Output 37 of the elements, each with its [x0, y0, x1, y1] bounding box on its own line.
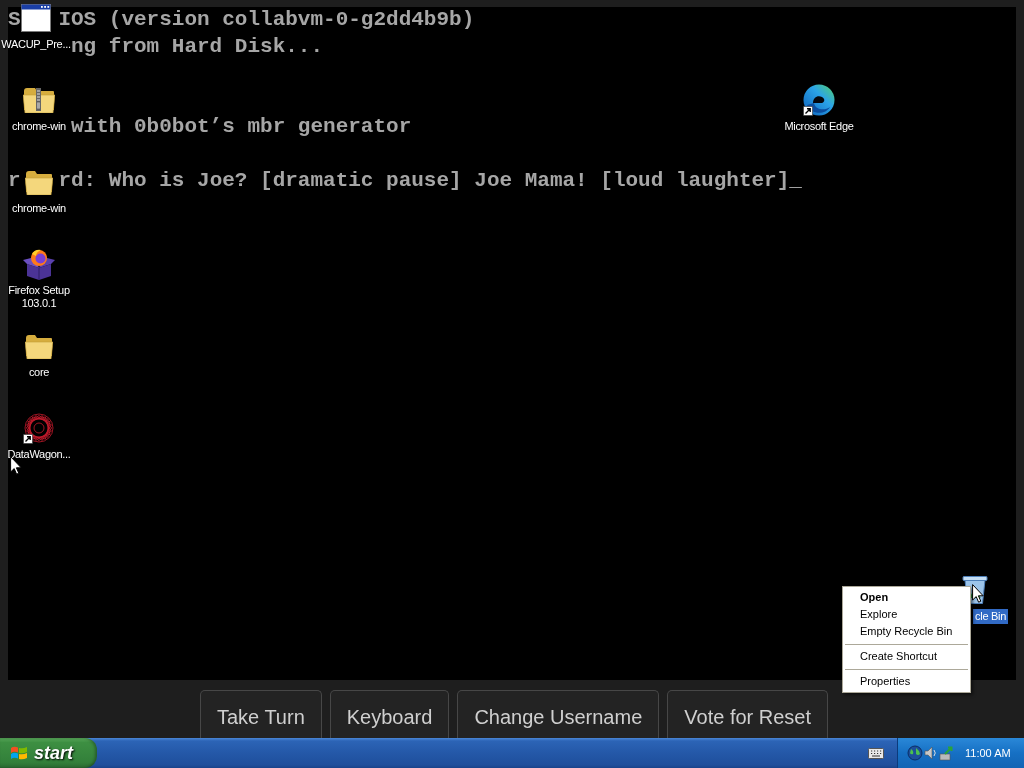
mandala-icon[interactable]: [24, 413, 54, 443]
console-text: r: [8, 168, 21, 192]
menu-item[interactable]: Empty Recycle Bin: [843, 623, 970, 640]
folder-icon[interactable]: [25, 169, 53, 195]
icon-label[interactable]: chrome-win: [11, 202, 67, 215]
vm-button[interactable]: Keyboard: [329, 690, 450, 738]
console-text: ng from Hard Disk...: [71, 34, 324, 58]
window-icon[interactable]: [21, 4, 51, 32]
console-text: with 0b0bot’s mbr generator: [71, 115, 412, 139]
icon-label[interactable]: cle Bin: [973, 609, 1008, 624]
icon-label[interactable]: Microsoft Edge: [783, 120, 855, 133]
icon-label[interactable]: chrome-win: [11, 120, 67, 133]
console-text: S: [8, 8, 21, 31]
icon-label[interactable]: core: [27, 366, 51, 379]
menu-item[interactable]: Properties: [843, 673, 970, 690]
vm-button[interactable]: Vote for Reset: [667, 690, 829, 738]
vm-button[interactable]: Change Username: [457, 690, 660, 738]
device-arrow-icon[interactable]: [939, 745, 955, 761]
installer-box-icon[interactable]: [23, 248, 55, 280]
globe-icon[interactable]: [907, 745, 923, 761]
folder-icon[interactable]: [25, 333, 53, 359]
speaker-icon[interactable]: [923, 745, 939, 761]
vm-button[interactable]: Take Turn: [199, 690, 322, 738]
menu-item[interactable]: Create Shortcut: [843, 648, 970, 665]
zip-folder-icon[interactable]: [23, 87, 55, 113]
icon-label[interactable]: DataWagon...: [6, 448, 72, 461]
menu-item[interactable]: Explore: [843, 606, 970, 623]
swirl-logo-icon[interactable]: [803, 84, 835, 116]
keyboard-icon[interactable]: [868, 747, 884, 759]
icon-label[interactable]: Firefox Setup 103.0.1: [1, 284, 77, 310]
console-text: IOS (version collabvm-0-g2dd4b9b): [58, 8, 475, 31]
windows-flag-icon: [10, 745, 28, 761]
console-text: rd: Who is Joe? [dramatic pause] Joe Mama! [loud laughter]_: [58, 168, 802, 192]
menu-item[interactable]: Open: [843, 589, 970, 606]
icon-label[interactable]: WACUP_Pre...: [0, 38, 72, 51]
clock-text: 11:00 AM: [965, 747, 1011, 759]
start-button[interactable]: start: [0, 738, 97, 768]
